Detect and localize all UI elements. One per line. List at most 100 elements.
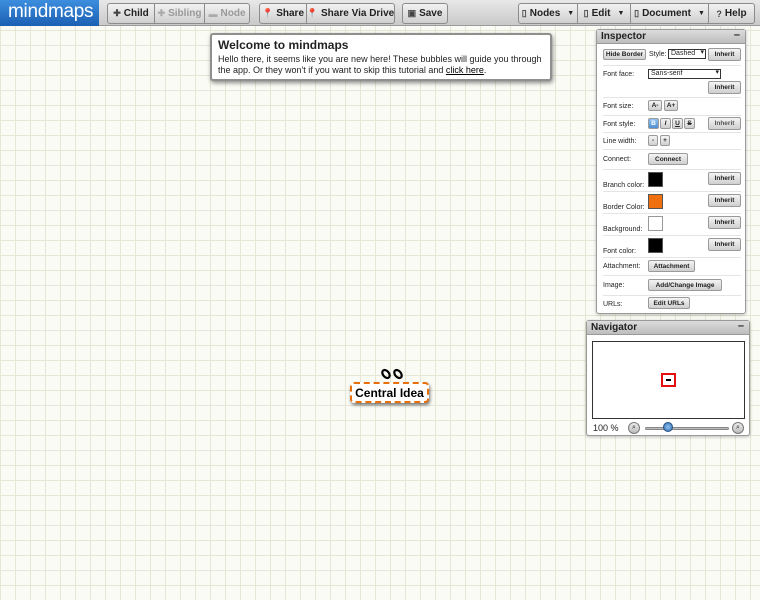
line-width-increase-button[interactable]: + xyxy=(660,135,670,146)
document-menu-button[interactable]: ▯ Document ▼ xyxy=(631,3,709,24)
navigator-title: Navigator – xyxy=(587,320,749,335)
attachment-row: Attachment: Attachment xyxy=(603,258,741,276)
branch-color-row: Branch color: Inherit xyxy=(603,170,741,192)
font-style-row: Font style: B I U S Inherit xyxy=(603,116,741,133)
border-row: Hide Border Style: Dashed Inherit xyxy=(603,48,741,66)
zoom-level: 100 % xyxy=(593,423,619,433)
font-face-inherit-button[interactable]: Inherit xyxy=(708,81,741,94)
font-size-up-button[interactable]: A+ xyxy=(664,100,678,111)
background-row: Background: Inherit xyxy=(603,214,741,236)
edit-menu-label: Edit xyxy=(591,8,611,19)
minus-icon: ▬ xyxy=(208,8,218,19)
urls-row: URLs: Edit URLs xyxy=(603,296,741,313)
document-icon: ▯ xyxy=(521,8,527,18)
add-sibling-label: Sibling xyxy=(168,8,202,19)
delete-node-button[interactable]: ▬ Node xyxy=(205,3,250,24)
welcome-text: Hello there, it seems like you are new h… xyxy=(218,54,544,76)
toolbar: mindmaps ✚ Child ✚ Sibling ▬ Node 📍 Shar… xyxy=(0,0,760,26)
font-face-row: Font face: Sans-serif Inherit xyxy=(603,67,741,98)
inspector-title-text: Inspector xyxy=(601,31,647,42)
line-width-row: Line width: - + xyxy=(603,133,741,150)
skip-tutorial-link[interactable]: click here xyxy=(446,65,484,75)
background-label: Background: xyxy=(603,226,643,233)
style-label: Style: xyxy=(649,51,667,58)
font-size-label: Font size: xyxy=(603,103,634,110)
navigator-panel: Navigator – 100 % ⌕ ⌕ xyxy=(586,320,750,436)
background-inherit-button[interactable]: Inherit xyxy=(708,216,741,229)
border-color-row: Border Color: Inherit xyxy=(603,192,741,214)
border-inherit-button[interactable]: Inherit xyxy=(708,48,741,61)
plus-icon: ✚ xyxy=(113,8,121,18)
font-color-inherit-button[interactable]: Inherit xyxy=(708,238,741,251)
caret-down-icon: ▼ xyxy=(567,10,575,17)
attachment-button[interactable]: Attachment xyxy=(648,260,695,272)
branch-color-swatch[interactable] xyxy=(648,172,663,187)
line-width-decrease-button[interactable]: - xyxy=(648,135,658,146)
pin-icon: 📍 xyxy=(306,8,319,18)
delete-node-label: Node xyxy=(220,8,246,19)
central-idea-node[interactable]: Central Idea xyxy=(350,382,429,403)
share-drive-button[interactable]: 📍 Share Via Drive xyxy=(307,3,395,24)
save-button[interactable]: ▣ Save xyxy=(402,3,448,24)
document-icon: ▯ xyxy=(583,8,589,18)
welcome-body: Hello there, it seems like you are new h… xyxy=(218,54,542,75)
add-child-button[interactable]: ✚ Child xyxy=(107,3,155,24)
edit-urls-button[interactable]: Edit URLs xyxy=(648,297,690,309)
link-icon[interactable] xyxy=(380,367,406,381)
zoom-slider-track[interactable] xyxy=(645,427,729,430)
strikethrough-button[interactable]: S xyxy=(684,118,695,129)
plus-icon: ✚ xyxy=(157,8,166,18)
document-icon: ▯ xyxy=(634,8,640,18)
connect-row: Connect: Connect xyxy=(603,150,741,170)
font-size-row: Font size: A- A+ xyxy=(603,98,741,116)
add-change-image-button[interactable]: Add/Change Image xyxy=(648,279,722,291)
branch-color-label: Branch color: xyxy=(603,182,645,189)
image-label: Image: xyxy=(603,282,625,289)
urls-label: URLs: xyxy=(603,301,623,308)
branch-color-inherit-button[interactable]: Inherit xyxy=(708,172,741,185)
font-style-label: Font style: xyxy=(603,121,636,128)
connect-label: Connect: xyxy=(603,156,632,163)
caret-down-icon: ▼ xyxy=(697,10,705,17)
border-color-swatch[interactable] xyxy=(648,194,663,209)
welcome-bubble: Welcome to mindmaps Hello there, it seem… xyxy=(210,33,552,81)
font-color-swatch[interactable] xyxy=(648,238,663,253)
zoom-out-icon[interactable]: ⌕ xyxy=(628,422,640,434)
collapse-icon[interactable]: – xyxy=(738,320,744,333)
viewport-marker[interactable] xyxy=(661,373,676,387)
inspector-panel: Inspector – Hide Border Style: Dashed In… xyxy=(596,29,746,314)
border-color-inherit-button[interactable]: Inherit xyxy=(708,194,741,207)
font-face-select[interactable]: Sans-serif xyxy=(648,69,721,79)
border-style-value: Dashed xyxy=(671,50,696,57)
font-size-down-button[interactable]: A- xyxy=(648,100,662,111)
add-sibling-button[interactable]: ✚ Sibling xyxy=(155,3,205,24)
border-style-select[interactable]: Dashed xyxy=(668,49,706,59)
connect-button[interactable]: Connect xyxy=(648,153,688,165)
collapse-icon[interactable]: – xyxy=(734,29,740,42)
navigator-preview[interactable] xyxy=(592,341,745,419)
hide-border-button[interactable]: Hide Border xyxy=(603,49,646,60)
zoom-slider-thumb[interactable] xyxy=(662,422,673,432)
navigator-title-text: Navigator xyxy=(591,322,638,333)
zoom-in-icon[interactable]: ⌕ xyxy=(732,422,744,434)
disk-icon: ▣ xyxy=(407,8,417,18)
share-label: Share xyxy=(276,8,305,19)
nodes-menu-button[interactable]: ▯ Nodes ▼ xyxy=(518,3,578,24)
underline-button[interactable]: U xyxy=(672,118,683,129)
attachment-label: Attachment: xyxy=(603,263,641,270)
font-color-label: Font color: xyxy=(603,248,637,255)
caret-down-icon: ▼ xyxy=(617,10,625,17)
help-button[interactable]: ? Help xyxy=(709,3,755,24)
pin-icon: 📍 xyxy=(262,8,274,18)
welcome-title: Welcome to mindmaps xyxy=(218,38,349,52)
font-style-inherit-button[interactable]: Inherit xyxy=(708,117,741,130)
document-menu-label: Document xyxy=(642,8,691,19)
bold-button[interactable]: B xyxy=(648,118,659,129)
italic-button[interactable]: I xyxy=(660,118,671,129)
app-logo: mindmaps xyxy=(0,0,99,26)
edit-menu-button[interactable]: ▯ Edit ▼ xyxy=(578,3,631,24)
font-color-row: Font color: Inherit xyxy=(603,236,741,258)
share-button[interactable]: 📍 Share xyxy=(259,3,307,24)
background-color-swatch[interactable] xyxy=(648,216,663,231)
save-label: Save xyxy=(419,8,443,19)
